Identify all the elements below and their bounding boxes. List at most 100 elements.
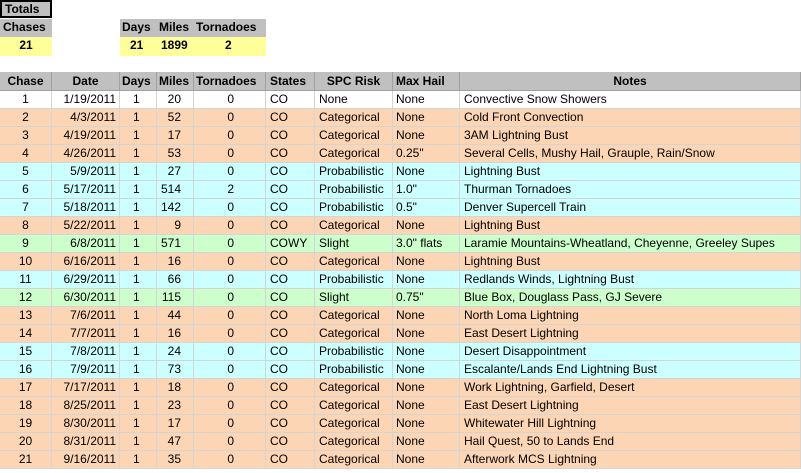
cell-notes[interactable]: Work Lightning, Garfield, Desert (460, 379, 801, 396)
cell-states[interactable]: COWY (266, 235, 315, 252)
cell-notes[interactable]: Redlands Winds, Lightning Bust (460, 271, 801, 288)
cell-notes[interactable]: Desert Disappointment (460, 343, 801, 360)
cell-miles[interactable]: 18 (157, 379, 194, 396)
cell-chase[interactable]: 2 (0, 109, 52, 126)
column-header-max-hail[interactable]: Max Hail (393, 72, 460, 91)
cell-notes[interactable]: North Loma Lightning (460, 307, 801, 324)
cell-notes[interactable]: Escalante/Lands End Lightning Bust (460, 361, 801, 378)
cell-notes[interactable]: Whitewater Hill Lightning (460, 415, 801, 432)
totals-chases-value[interactable]: 21 (0, 37, 52, 56)
cell-max-hail[interactable]: None (393, 415, 460, 432)
cell-miles[interactable]: 47 (157, 433, 194, 450)
cell-spc-risk[interactable]: Categorical (315, 379, 393, 396)
cell-spc-risk[interactable]: Categorical (315, 217, 393, 234)
cell-max-hail[interactable]: None (393, 271, 460, 288)
totals-days-value[interactable]: 21 (120, 37, 157, 56)
cell-days[interactable]: 1 (120, 91, 157, 108)
column-header-miles[interactable]: Miles (157, 72, 194, 91)
cell-date[interactable]: 6/16/2011 (52, 253, 120, 270)
cell-states[interactable]: CO (266, 271, 315, 288)
cell-tornadoes[interactable]: 0 (194, 109, 266, 126)
cell-miles[interactable]: 115 (157, 289, 194, 306)
totals-chases-label[interactable]: Chases (0, 19, 52, 37)
cell-days[interactable]: 1 (120, 397, 157, 414)
cell-days[interactable]: 1 (120, 325, 157, 342)
cell-tornadoes[interactable]: 0 (194, 271, 266, 288)
cell-max-hail[interactable]: None (393, 343, 460, 360)
cell-states[interactable]: CO (266, 415, 315, 432)
cell-states[interactable]: CO (266, 325, 315, 342)
cell-spc-risk[interactable]: Categorical (315, 325, 393, 342)
cell-spc-risk[interactable]: Categorical (315, 433, 393, 450)
cell-chase[interactable]: 3 (0, 127, 52, 144)
column-header-tornadoes[interactable]: Tornadoes (194, 72, 266, 91)
column-header-notes[interactable]: Notes (460, 72, 801, 91)
cell-days[interactable]: 1 (120, 181, 157, 198)
cell-max-hail[interactable]: None (393, 361, 460, 378)
cell-chase[interactable]: 7 (0, 199, 52, 216)
cell-notes[interactable]: 3AM Lightning Bust (460, 127, 801, 144)
cell-states[interactable]: CO (266, 379, 315, 396)
cell-chase[interactable]: 15 (0, 343, 52, 360)
cell-spc-risk[interactable]: None (315, 91, 393, 108)
cell-miles[interactable]: 571 (157, 235, 194, 252)
cell-miles[interactable]: 35 (157, 451, 194, 468)
cell-spc-risk[interactable]: Probabilistic (315, 163, 393, 180)
cell-days[interactable]: 1 (120, 451, 157, 468)
column-header-spc-risk[interactable]: SPC Risk (315, 72, 393, 91)
cell-spc-risk[interactable]: Categorical (315, 307, 393, 324)
cell-tornadoes[interactable]: 0 (194, 253, 266, 270)
cell-date[interactable]: 5/18/2011 (52, 199, 120, 216)
cell-chase[interactable]: 12 (0, 289, 52, 306)
cell-miles[interactable]: 24 (157, 343, 194, 360)
cell-tornadoes[interactable]: 2 (194, 181, 266, 198)
cell-spc-risk[interactable]: Slight (315, 289, 393, 306)
cell-max-hail[interactable]: None (393, 379, 460, 396)
cell-days[interactable]: 1 (120, 289, 157, 306)
cell-chase[interactable]: 17 (0, 379, 52, 396)
cell-date[interactable]: 5/22/2011 (52, 217, 120, 234)
cell-miles[interactable]: 52 (157, 109, 194, 126)
cell-states[interactable]: CO (266, 127, 315, 144)
cell-tornadoes[interactable]: 0 (194, 217, 266, 234)
cell-days[interactable]: 1 (120, 415, 157, 432)
cell-chase[interactable]: 13 (0, 307, 52, 324)
totals-tornadoes-label[interactable]: Tornadoes (194, 19, 266, 37)
cell-max-hail[interactable]: None (393, 127, 460, 144)
cell-notes[interactable]: Cold Front Convection (460, 109, 801, 126)
cell-days[interactable]: 1 (120, 127, 157, 144)
cell-chase[interactable]: 5 (0, 163, 52, 180)
cell-spc-risk[interactable]: Categorical (315, 415, 393, 432)
cell-days[interactable]: 1 (120, 253, 157, 270)
cell-chase[interactable]: 14 (0, 325, 52, 342)
cell-states[interactable]: CO (266, 217, 315, 234)
cell-date[interactable]: 7/7/2011 (52, 325, 120, 342)
cell-spc-risk[interactable]: Slight (315, 235, 393, 252)
cell-notes[interactable]: Laramie Mountains-Wheatland, Cheyenne, G… (460, 235, 801, 252)
cell-max-hail[interactable]: None (393, 325, 460, 342)
cell-miles[interactable]: 9 (157, 217, 194, 234)
cell-days[interactable]: 1 (120, 361, 157, 378)
cell-date[interactable]: 7/9/2011 (52, 361, 120, 378)
cell-max-hail[interactable]: 3.0" flats (393, 235, 460, 252)
cell-date[interactable]: 6/30/2011 (52, 289, 120, 306)
cell-chase[interactable]: 8 (0, 217, 52, 234)
cell-tornadoes[interactable]: 0 (194, 433, 266, 450)
cell-states[interactable]: CO (266, 451, 315, 468)
cell-spc-risk[interactable]: Categorical (315, 397, 393, 414)
cell-miles[interactable]: 16 (157, 253, 194, 270)
cell-max-hail[interactable]: None (393, 433, 460, 450)
cell-max-hail[interactable]: 1.0" (393, 181, 460, 198)
cell-chase[interactable]: 1 (0, 91, 52, 108)
cell-tornadoes[interactable]: 0 (194, 325, 266, 342)
cell-states[interactable]: CO (266, 361, 315, 378)
cell-chase[interactable]: 11 (0, 271, 52, 288)
column-header-date[interactable]: Date (52, 72, 120, 91)
totals-miles-value[interactable]: 1899 (157, 37, 194, 56)
cell-tornadoes[interactable]: 0 (194, 145, 266, 162)
cell-spc-risk[interactable]: Categorical (315, 451, 393, 468)
cell-date[interactable]: 6/8/2011 (52, 235, 120, 252)
cell-days[interactable]: 1 (120, 199, 157, 216)
cell-tornadoes[interactable]: 0 (194, 199, 266, 216)
totals-tornadoes-value[interactable]: 2 (194, 37, 266, 56)
